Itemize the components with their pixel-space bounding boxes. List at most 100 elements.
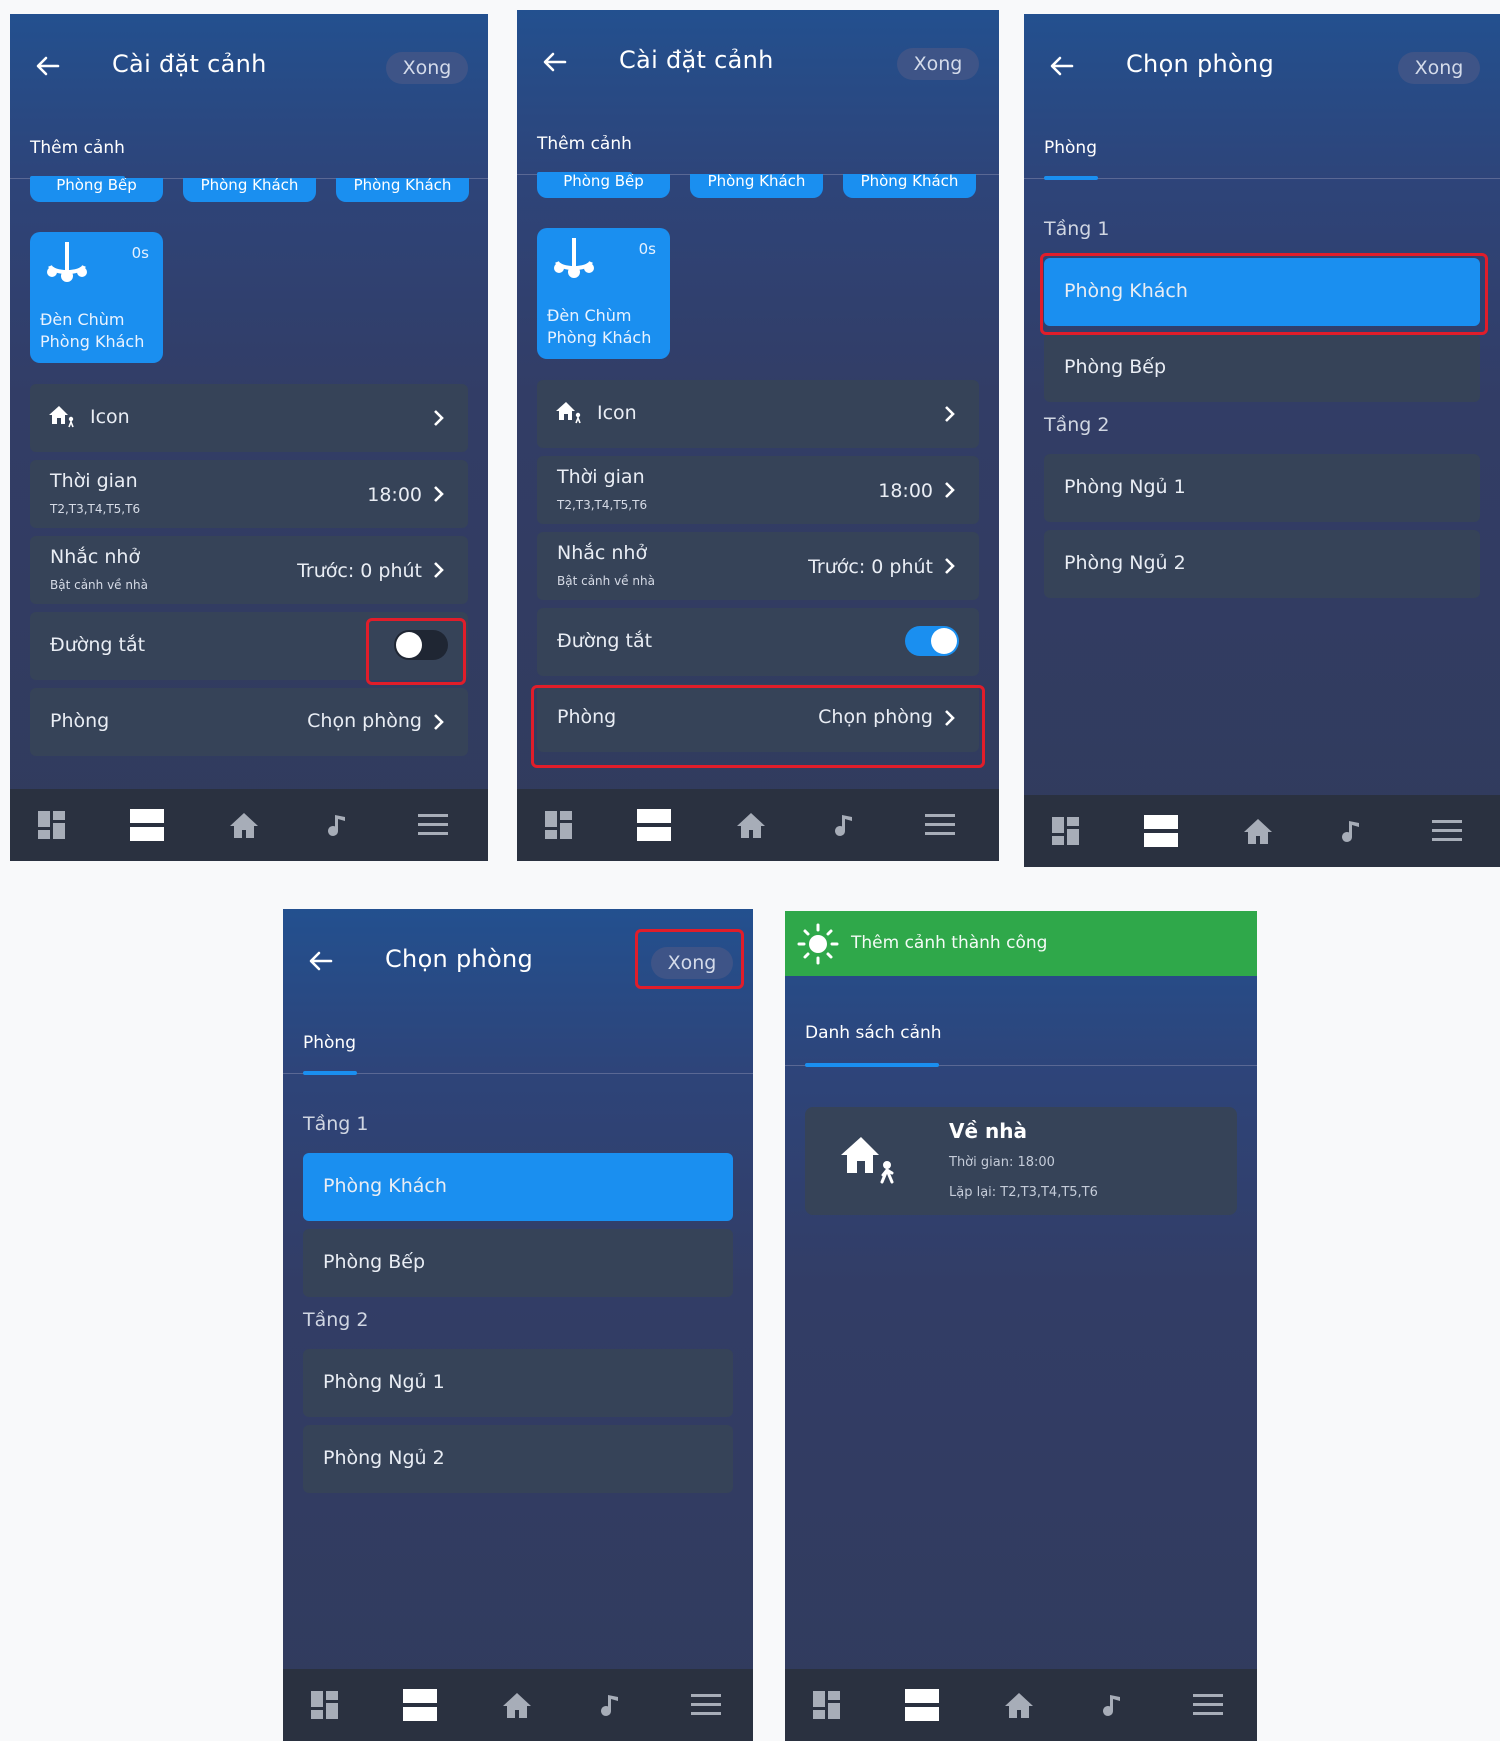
chevron-right-icon bbox=[943, 480, 961, 502]
done-button[interactable]: Xong bbox=[386, 52, 468, 84]
room-item-kitchen[interactable]: Phòng Bếp bbox=[1044, 334, 1480, 402]
floor-label: Tầng 1 bbox=[1044, 218, 1110, 240]
tab-indicator bbox=[303, 1071, 357, 1075]
reminder-value: Trước: 0 phút bbox=[297, 560, 422, 582]
choose-room-screen: Chọn phòng Xong Phòng Tầng 1 Phòng Khách… bbox=[1024, 14, 1500, 867]
toggle-knob bbox=[931, 628, 957, 654]
tab-rooms[interactable]: Phòng bbox=[303, 1033, 356, 1053]
back-arrow-icon[interactable] bbox=[301, 941, 341, 981]
dashboard-icon[interactable] bbox=[530, 789, 590, 861]
music-icon[interactable] bbox=[1083, 1669, 1143, 1741]
room-chip[interactable]: Phòng Bếp bbox=[537, 174, 670, 198]
shortcut-label: Đường tắt bbox=[50, 634, 146, 656]
done-button[interactable]: Xong bbox=[1398, 52, 1480, 84]
reminder-sub: Bật cảnh về nhà bbox=[557, 574, 655, 588]
page-title: Chọn phòng bbox=[385, 945, 534, 973]
done-button[interactable]: Xong bbox=[897, 48, 979, 80]
room-item-bedroom-2[interactable]: Phòng Ngủ 2 bbox=[1044, 530, 1480, 598]
time-row[interactable]: Thời gian T2,T3,T4,T5,T6 18:00 bbox=[30, 460, 468, 528]
tab-scene-list[interactable]: Danh sách cảnh bbox=[805, 1023, 942, 1043]
shortcut-toggle[interactable] bbox=[905, 626, 959, 656]
home-icon[interactable] bbox=[487, 1669, 547, 1741]
highlight-done-button bbox=[635, 929, 744, 989]
chevron-right-icon bbox=[943, 556, 961, 578]
icon-row[interactable]: Icon bbox=[537, 380, 979, 448]
home-person-icon bbox=[48, 404, 78, 436]
scenes-icon[interactable] bbox=[390, 1669, 450, 1741]
tab-add-scene[interactable]: Thêm cảnh bbox=[30, 138, 125, 158]
page-title: Cài đặt cảnh bbox=[619, 46, 774, 74]
room-item-bedroom-1[interactable]: Phòng Ngủ 1 bbox=[1044, 454, 1480, 522]
dashboard-icon[interactable] bbox=[798, 1669, 858, 1741]
tab-bar: Phòng bbox=[283, 1019, 753, 1075]
room-label: Phòng bbox=[50, 710, 110, 732]
room-chip[interactable]: Phòng Khách bbox=[843, 174, 976, 198]
back-arrow-icon[interactable] bbox=[1042, 46, 1082, 86]
tab-indicator bbox=[1044, 176, 1098, 180]
scene-time: Thời gian: 18:00 bbox=[949, 1155, 1055, 1170]
room-item-bedroom-2[interactable]: Phòng Ngủ 2 bbox=[303, 1425, 733, 1493]
room-row[interactable]: Phòng Chọn phòng bbox=[30, 688, 468, 756]
menu-icon[interactable] bbox=[1417, 795, 1477, 867]
time-row[interactable]: Thời gian T2,T3,T4,T5,T6 18:00 bbox=[537, 456, 979, 524]
reminder-value: Trước: 0 phút bbox=[808, 556, 933, 578]
app-bar: Cài đặt cảnh Xong bbox=[517, 10, 999, 110]
room-item-living[interactable]: Phòng Khách bbox=[303, 1153, 733, 1221]
device-card[interactable]: 0s Đèn Chùm Phòng Khách bbox=[537, 228, 670, 359]
scenes-icon[interactable] bbox=[117, 789, 177, 861]
room-item-bedroom-1[interactable]: Phòng Ngủ 1 bbox=[303, 1349, 733, 1417]
icon-label: Icon bbox=[90, 406, 130, 428]
page-title: Cài đặt cảnh bbox=[112, 50, 267, 78]
scene-list-screen: Thêm cảnh thành công Danh sách cảnh Về n… bbox=[785, 911, 1257, 1741]
floor-label: Tầng 2 bbox=[303, 1309, 369, 1331]
scenes-icon[interactable] bbox=[892, 1669, 952, 1741]
menu-icon[interactable] bbox=[676, 1669, 736, 1741]
scenes-icon[interactable] bbox=[1131, 795, 1191, 867]
bottom-navbar bbox=[517, 789, 999, 861]
page-title: Chọn phòng bbox=[1126, 50, 1275, 78]
home-icon[interactable] bbox=[721, 789, 781, 861]
home-icon[interactable] bbox=[214, 789, 274, 861]
highlight-room-item bbox=[1040, 253, 1488, 335]
room-chip[interactable]: Phòng Khách bbox=[183, 178, 316, 202]
tab-bar: Thêm cảnh bbox=[517, 120, 999, 176]
music-icon[interactable] bbox=[308, 789, 368, 861]
back-arrow-icon[interactable] bbox=[535, 42, 575, 82]
music-icon[interactable] bbox=[1322, 795, 1382, 867]
scene-card[interactable]: Về nhà Thời gian: 18:00 Lặp lại: T2,T3,T… bbox=[805, 1107, 1237, 1215]
tab-bar: Danh sách cảnh bbox=[785, 1005, 1257, 1067]
room-chip[interactable]: Phòng Bếp bbox=[30, 178, 163, 202]
menu-icon[interactable] bbox=[910, 789, 970, 861]
reminder-row[interactable]: Nhắc nhở Bật cảnh về nhà Trước: 0 phút bbox=[537, 532, 979, 600]
icon-row[interactable]: Icon bbox=[30, 384, 468, 452]
menu-icon[interactable] bbox=[403, 789, 463, 861]
device-delay: 0s bbox=[638, 240, 656, 258]
time-label: Thời gian bbox=[557, 466, 645, 488]
menu-icon[interactable] bbox=[1178, 1669, 1238, 1741]
scenes-icon[interactable] bbox=[624, 789, 684, 861]
tab-rooms[interactable]: Phòng bbox=[1044, 138, 1097, 158]
time-days: T2,T3,T4,T5,T6 bbox=[557, 498, 648, 512]
room-chip[interactable]: Phòng Khách bbox=[336, 178, 469, 202]
shortcut-label: Đường tắt bbox=[557, 630, 653, 652]
home-icon[interactable] bbox=[989, 1669, 1049, 1741]
music-icon[interactable] bbox=[815, 789, 875, 861]
success-message: Thêm cảnh thành công bbox=[851, 933, 1048, 953]
shortcut-row: Đường tắt bbox=[537, 608, 979, 676]
device-delay: 0s bbox=[131, 244, 149, 262]
device-card[interactable]: 0s Đèn Chùm Phòng Khách bbox=[30, 232, 163, 363]
scene-setup-screen: Cài đặt cảnh Xong Thêm cảnh Phòng Bếp Ph… bbox=[10, 14, 488, 861]
choose-room-screen: Chọn phòng Xong Phòng Tầng 1 Phòng Khách… bbox=[283, 909, 753, 1741]
dashboard-icon[interactable] bbox=[23, 789, 83, 861]
reminder-row[interactable]: Nhắc nhở Bật cảnh về nhà Trước: 0 phút bbox=[30, 536, 468, 604]
tab-add-scene[interactable]: Thêm cảnh bbox=[537, 134, 632, 154]
dashboard-icon[interactable] bbox=[1037, 795, 1097, 867]
music-icon[interactable] bbox=[581, 1669, 641, 1741]
room-chip[interactable]: Phòng Khách bbox=[690, 174, 823, 198]
dashboard-icon[interactable] bbox=[296, 1669, 356, 1741]
time-value: 18:00 bbox=[878, 480, 933, 502]
tab-bar: Phòng bbox=[1024, 124, 1500, 180]
room-item-kitchen[interactable]: Phòng Bếp bbox=[303, 1229, 733, 1297]
home-icon[interactable] bbox=[1228, 795, 1288, 867]
back-arrow-icon[interactable] bbox=[28, 46, 68, 86]
